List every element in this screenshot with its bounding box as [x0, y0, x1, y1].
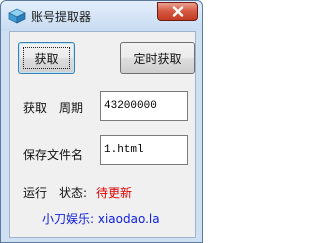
- period-label-period: 周期: [59, 101, 84, 115]
- focus-rect: [23, 47, 70, 69]
- timed-get-button[interactable]: 定时获取: [120, 42, 195, 74]
- app-window: 账号提取器 获取 定时获取 获取 周期 保存文件名 运行 状态: 待更新 小刀娱…: [0, 0, 203, 243]
- close-button[interactable]: [157, 2, 198, 21]
- file-name-input[interactable]: [100, 135, 188, 165]
- client-area: 获取 定时获取 获取 周期 保存文件名 运行 状态: 待更新 小刀娱乐: xia…: [9, 31, 196, 238]
- period-input[interactable]: [100, 91, 188, 121]
- timed-get-button-label: 定时获取: [133, 51, 182, 66]
- window-title: 账号提取器: [31, 10, 92, 24]
- run-label: 运行: [23, 186, 48, 200]
- status-value: 待更新: [96, 186, 133, 200]
- close-icon: [172, 6, 183, 17]
- website-link[interactable]: 小刀娱乐: xiaodao.la: [42, 210, 160, 227]
- get-button[interactable]: 获取: [18, 42, 75, 74]
- file-name-label: 保存文件名: [23, 148, 84, 162]
- state-label: 状态:: [59, 186, 88, 200]
- period-label-get: 获取: [23, 101, 48, 115]
- title-bar[interactable]: 账号提取器: [1, 1, 202, 31]
- app-icon: [8, 8, 26, 24]
